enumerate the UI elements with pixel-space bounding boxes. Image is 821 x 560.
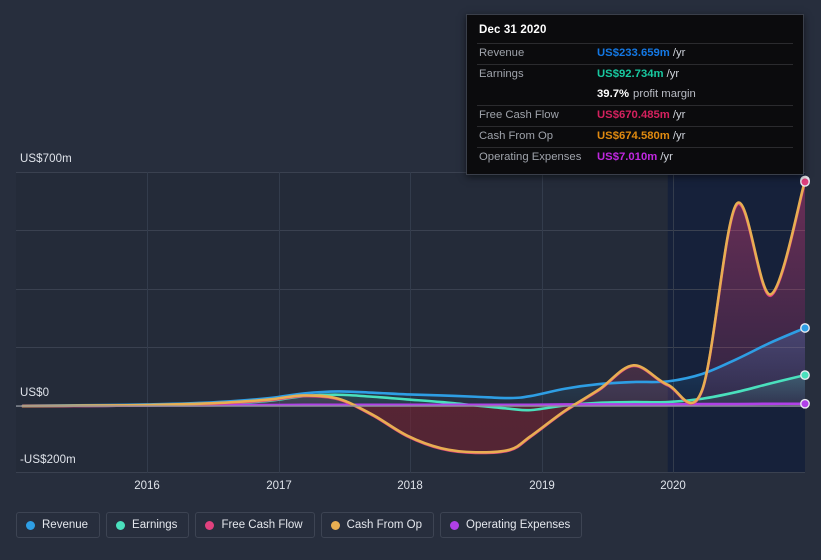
legend-dot-cash-from-op-icon — [330, 520, 340, 530]
y-tick-neg200m: -US$200m — [20, 454, 76, 466]
legend-label-free-cash-flow: Free Cash Flow — [221, 519, 303, 531]
tooltip-unit-cash-from-op: /yr — [672, 129, 686, 142]
x-tick-2017: 2017 — [266, 480, 292, 492]
x-tick-2019: 2019 — [529, 480, 555, 492]
tooltip-row-operating-expenses: Operating Expenses US$7.010m /yr — [477, 147, 793, 168]
legend-item-free-cash-flow[interactable]: Free Cash Flow — [195, 512, 315, 538]
chart-legend: Revenue Earnings Free Cash Flow Cash Fro… — [16, 512, 583, 538]
financial-performance-chart: US$700m US$0 -US$200m 2016 2017 2018 201… — [0, 0, 821, 560]
tooltip-value-cash-from-op: US$674.580m — [597, 129, 670, 142]
tooltip-value-free-cash-flow: US$670.485m — [597, 108, 670, 121]
legend-dot-revenue-icon — [26, 520, 35, 530]
tooltip-label-profit-margin: profit margin — [633, 87, 696, 100]
endpoint-marker-earnings — [800, 370, 810, 380]
tooltip-value-operating-expenses: US$7.010m — [597, 150, 658, 163]
legend-dot-operating-expenses-icon — [450, 520, 460, 530]
tooltip-key-earnings: Earnings — [479, 67, 524, 80]
legend-dot-earnings-icon — [116, 520, 126, 530]
tooltip-key-free-cash-flow: Free Cash Flow — [479, 108, 559, 121]
data-tooltip: Dec 31 2020 Revenue US$233.659m /yr Earn… — [466, 14, 804, 175]
legend-label-cash-from-op: Cash From Op — [346, 519, 423, 531]
tooltip-row-revenue: Revenue US$233.659m /yr — [477, 43, 793, 64]
tooltip-key-revenue: Revenue — [479, 46, 525, 59]
tooltip-value-earnings: US$92.734m — [597, 67, 664, 80]
legend-label-earnings: Earnings — [132, 519, 178, 531]
legend-item-revenue[interactable]: Revenue — [16, 512, 101, 538]
tooltip-row-profit-margin: 39.7% profit margin — [477, 85, 793, 105]
tooltip-unit-free-cash-flow: /yr — [672, 108, 686, 121]
endpoint-marker-free-cash-flow — [800, 176, 810, 187]
legend-dot-free-cash-flow-icon — [205, 520, 215, 530]
x-tick-2016: 2016 — [134, 480, 160, 492]
tooltip-value-profit-margin: 39.7% — [597, 87, 630, 100]
legend-item-cash-from-op[interactable]: Cash From Op — [320, 512, 435, 538]
y-tick-700m: US$700m — [20, 153, 72, 165]
tooltip-unit-earnings: /yr — [666, 67, 680, 80]
x-tick-2018: 2018 — [397, 480, 423, 492]
endpoint-marker-revenue — [800, 323, 810, 333]
legend-item-operating-expenses[interactable]: Operating Expenses — [440, 512, 583, 538]
legend-label-revenue: Revenue — [42, 519, 89, 531]
tooltip-value-revenue: US$233.659m — [597, 46, 670, 59]
tooltip-key-cash-from-op: Cash From Op — [479, 129, 554, 142]
tooltip-row-cash-from-op: Cash From Op US$674.580m /yr — [477, 126, 793, 147]
x-tick-2020: 2020 — [660, 480, 686, 492]
tooltip-key-operating-expenses: Operating Expenses — [479, 150, 582, 163]
legend-label-operating-expenses: Operating Expenses — [466, 519, 571, 531]
tooltip-unit-operating-expenses: /yr — [660, 150, 673, 163]
tooltip-unit-revenue: /yr — [672, 46, 686, 59]
tooltip-row-free-cash-flow: Free Cash Flow US$670.485m /yr — [477, 105, 793, 126]
endpoint-marker-operating-expenses — [800, 398, 810, 409]
y-tick-0: US$0 — [20, 387, 50, 399]
legend-item-earnings[interactable]: Earnings — [106, 512, 190, 538]
tooltip-date: Dec 31 2020 — [479, 24, 547, 36]
tooltip-row-earnings: Earnings US$92.734m /yr — [477, 64, 793, 85]
